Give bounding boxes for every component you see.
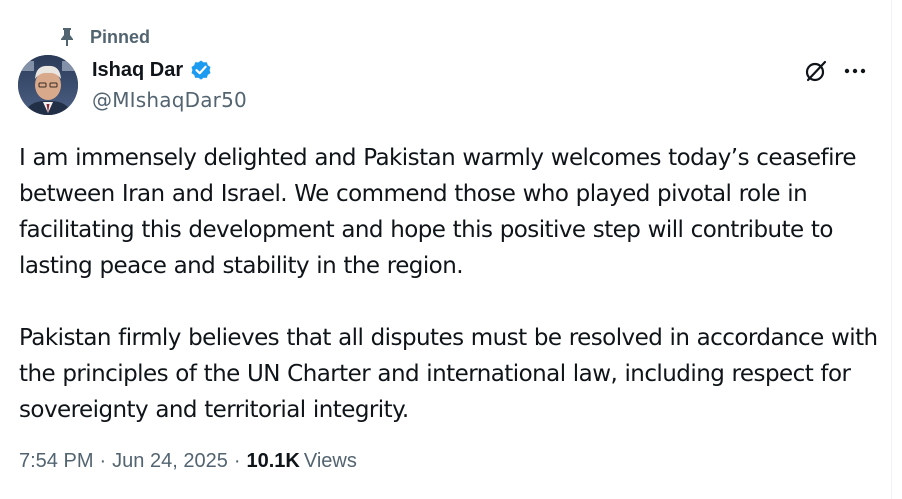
views-count[interactable]: 10.1K: [246, 450, 299, 473]
tweet-time[interactable]: 7:54 PM: [19, 450, 93, 473]
tweet-text: I am immensely delighted and Pakistan wa…: [19, 140, 879, 428]
avatar-image: [18, 55, 78, 115]
views-label[interactable]: Views: [304, 450, 357, 473]
meta-separator: ·: [233, 450, 241, 472]
tweet-card[interactable]: Pinned Ishaq Dar @MIshaqDar50 I am immen…: [0, 0, 890, 499]
pinned-indicator: Pinned: [58, 24, 150, 50]
author-handle[interactable]: @MIshaqDar50: [92, 88, 247, 112]
avatar[interactable]: [18, 55, 78, 115]
more-options-icon[interactable]: [842, 58, 868, 84]
tweet-paragraph: I am immensely delighted and Pakistan wa…: [19, 145, 856, 279]
pinned-label: Pinned: [90, 26, 151, 47]
verified-badge-icon[interactable]: [189, 58, 213, 82]
author-name[interactable]: Ishaq Dar: [92, 59, 183, 82]
author-info[interactable]: Ishaq Dar @MIshaqDar50: [92, 56, 247, 113]
tweet-metadata: 7:54 PM · Jun 24, 2025 · 10.1K Views: [19, 450, 357, 473]
grok-icon[interactable]: [803, 58, 829, 84]
pin-icon: [61, 28, 73, 46]
tweet-date[interactable]: Jun 24, 2025: [112, 450, 228, 473]
tweet-paragraph: Pakistan firmly believes that all disput…: [19, 325, 878, 423]
meta-separator: ·: [99, 450, 107, 472]
column-divider: [891, 0, 892, 499]
